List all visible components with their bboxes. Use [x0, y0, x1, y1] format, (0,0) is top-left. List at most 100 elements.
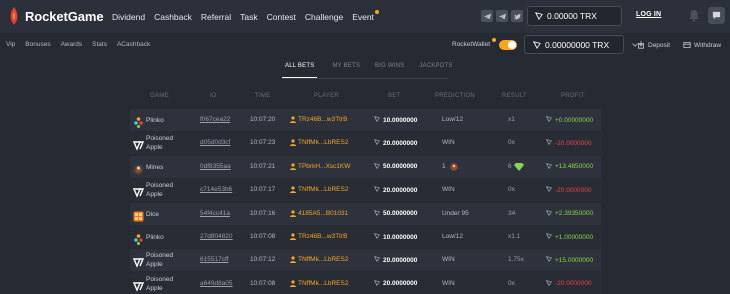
poisoned-apple-icon	[132, 279, 145, 292]
bet-value: 20.0000000	[383, 139, 418, 147]
profit: +2.39350000	[545, 209, 594, 218]
profit: +1.00000000	[545, 233, 593, 241]
deposit-button[interactable]: Deposit	[637, 41, 670, 49]
profit-value: -20.0000000	[555, 139, 592, 147]
tab-all-bets[interactable]: ALL BETS	[282, 63, 318, 78]
col-time: TIME	[255, 93, 271, 99]
tab-my-bets[interactable]: MY BETS	[332, 63, 360, 78]
table-row[interactable]: Dice 54f4cc41a 10:07:16 4185A5...B01031 50.0…	[130, 202, 601, 225]
bet-id-link[interactable]: f067cea22	[200, 116, 230, 123]
bets-table-header: GAME ID TIME PLAYER BET PREDICTION RESUL…	[130, 90, 600, 104]
nav-referral[interactable]: Referral	[201, 12, 231, 22]
bet-amount: 20.0000000	[373, 279, 417, 288]
nav-contest[interactable]: Contest	[267, 12, 296, 22]
subnav-awards[interactable]: Awards	[61, 41, 83, 48]
player-link[interactable]: TNffMk...LbRES2	[290, 256, 348, 264]
bet-id-link[interactable]: 27d804820	[200, 233, 233, 240]
mines-icon	[133, 162, 144, 175]
rocketwallet-label: RocketWallet	[452, 41, 491, 48]
wallet-balance[interactable]: 0.00000000 TRX	[524, 35, 624, 54]
bet-id-link[interactable]: a649d8a05	[200, 280, 233, 287]
event-notification-dot	[374, 9, 379, 14]
player-name: TNffMk...LbRES2	[298, 279, 349, 287]
bet-id-link[interactable]: 54f4cc41a	[200, 210, 230, 217]
trx-icon	[373, 209, 383, 218]
header-balance-value: 0.00000 TRX	[547, 11, 597, 21]
deposit-label: Deposit	[648, 41, 671, 49]
tab-jackpots[interactable]: JACKPOTS	[419, 63, 452, 78]
player-link[interactable]: TPbrkH...Xsc1KW	[290, 163, 350, 170]
player-link[interactable]: TNffMk...LbRES2	[290, 186, 348, 194]
deposit-icon	[638, 41, 644, 49]
nav-cashback[interactable]: Cashback	[154, 12, 192, 22]
nav-event[interactable]: Event	[352, 9, 379, 22]
table-row[interactable]: Plinko f067cea22 10:07:20 TRz46B...w3TtrB 10…	[130, 109, 601, 131]
rocketwallet-toggle[interactable]	[499, 40, 517, 50]
table-row[interactable]: Plinko 27d804820 10:07:08 TRz46B...w3TtrB 10…	[130, 226, 601, 248]
game-name: Poisoned Apple	[146, 275, 174, 292]
game-name: Dice	[146, 210, 160, 218]
player-name: TPbrkH...Xsc1KW	[298, 162, 351, 170]
trx-icon	[545, 162, 555, 171]
login-link[interactable]: LOG IN	[636, 11, 661, 18]
header-balance[interactable]: 0.00000 TRX	[527, 6, 622, 26]
result-value: x1.1	[508, 233, 521, 240]
bet-time: 10:07:17	[250, 186, 276, 194]
table-row[interactable]: Poisoned Apple c714e53b6 10:07:17 TNffMk...…	[130, 179, 601, 202]
bet-value: 20.0000000	[383, 186, 418, 194]
telegram-group-icon[interactable]	[496, 10, 508, 22]
player-link[interactable]: 4185A5...B01031	[290, 210, 348, 217]
poisoned-apple-icon	[132, 255, 145, 269]
subnav-bonuses[interactable]: Bonuses	[25, 41, 50, 48]
player-link[interactable]: TRz46B...w3TtrB	[290, 116, 347, 123]
bell-icon[interactable]	[688, 9, 700, 22]
bet-amount: 10.0000000	[373, 233, 417, 241]
profit: -20.0000000	[545, 186, 592, 194]
bet-id-link[interactable]: d05d0d3cf	[200, 139, 230, 146]
profit-value: +15.0000000	[555, 256, 594, 264]
trx-icon	[545, 186, 555, 194]
bet-id-link[interactable]: 615517cff	[200, 256, 228, 263]
wallet-balance-value: 0.00000000 TRX	[545, 39, 610, 50]
withdraw-button[interactable]: Withdraw	[683, 41, 721, 49]
col-result: RESULT	[502, 93, 528, 99]
subnav-stats[interactable]: Stats	[92, 41, 107, 48]
twitter-icon[interactable]	[511, 10, 523, 22]
chat-button[interactable]	[708, 7, 725, 24]
table-row[interactable]: Poisoned Apple 615517cff 10:07:12 TNffMk...…	[130, 249, 601, 272]
tab-big-wins[interactable]: BIG WINS	[375, 63, 404, 78]
player-link[interactable]: TNffMk...LbRES2	[290, 139, 348, 147]
profit-value: +0.00000000	[555, 116, 594, 124]
telegram-icon[interactable]	[481, 10, 493, 22]
rocket-logo-icon	[10, 7, 18, 25]
player-name: 4185A5...B01031	[298, 209, 349, 217]
bet-amount: 20.0000000	[373, 139, 418, 147]
poisoned-apple-icon	[132, 138, 145, 152]
bet-time: 10:07:21	[250, 162, 276, 170]
profit-value: +2.39350000	[555, 210, 594, 218]
tabs-divider	[282, 78, 448, 79]
subnav-acashback[interactable]: ACashback	[117, 41, 150, 48]
nav-event-label: Event	[352, 11, 374, 22]
table-row[interactable]: Mines 0df8355aa 10:07:21 TPbrkH...Xsc1KW 50.…	[130, 155, 601, 178]
nav-challenge[interactable]: Challenge	[305, 12, 343, 22]
nav-task[interactable]: Task	[240, 12, 257, 22]
prediction-value: Low/12	[442, 233, 463, 240]
result: 1.75x	[508, 256, 524, 263]
prediction: WIN	[442, 256, 455, 263]
table-row[interactable]: Poisoned Apple a649d8a05 10:07:08 TNffMk...…	[130, 272, 601, 294]
logo-text: RocketGame	[25, 8, 104, 24]
player-link[interactable]: TRz46B...w3TtrB	[290, 233, 347, 240]
profit: -20.0000000	[545, 279, 592, 288]
result: 34	[508, 210, 515, 217]
col-game: GAME	[150, 93, 169, 99]
prediction: Under 95	[442, 210, 469, 217]
table-row[interactable]: Poisoned Apple d05d0d3cf 10:07:23 TNffMk...…	[130, 132, 601, 155]
nav-dividend[interactable]: Dividend	[112, 12, 145, 22]
player-link[interactable]: TNffMk...LbRES2	[290, 280, 348, 287]
bet-id-link[interactable]: 0df8355aa	[200, 163, 231, 170]
bet-id-link[interactable]: c714e53b6	[200, 186, 232, 193]
col-prediction: PREDICTION	[435, 93, 476, 99]
subnav-vip[interactable]: Vip	[6, 41, 15, 48]
logo[interactable]: RocketGame	[8, 7, 104, 25]
